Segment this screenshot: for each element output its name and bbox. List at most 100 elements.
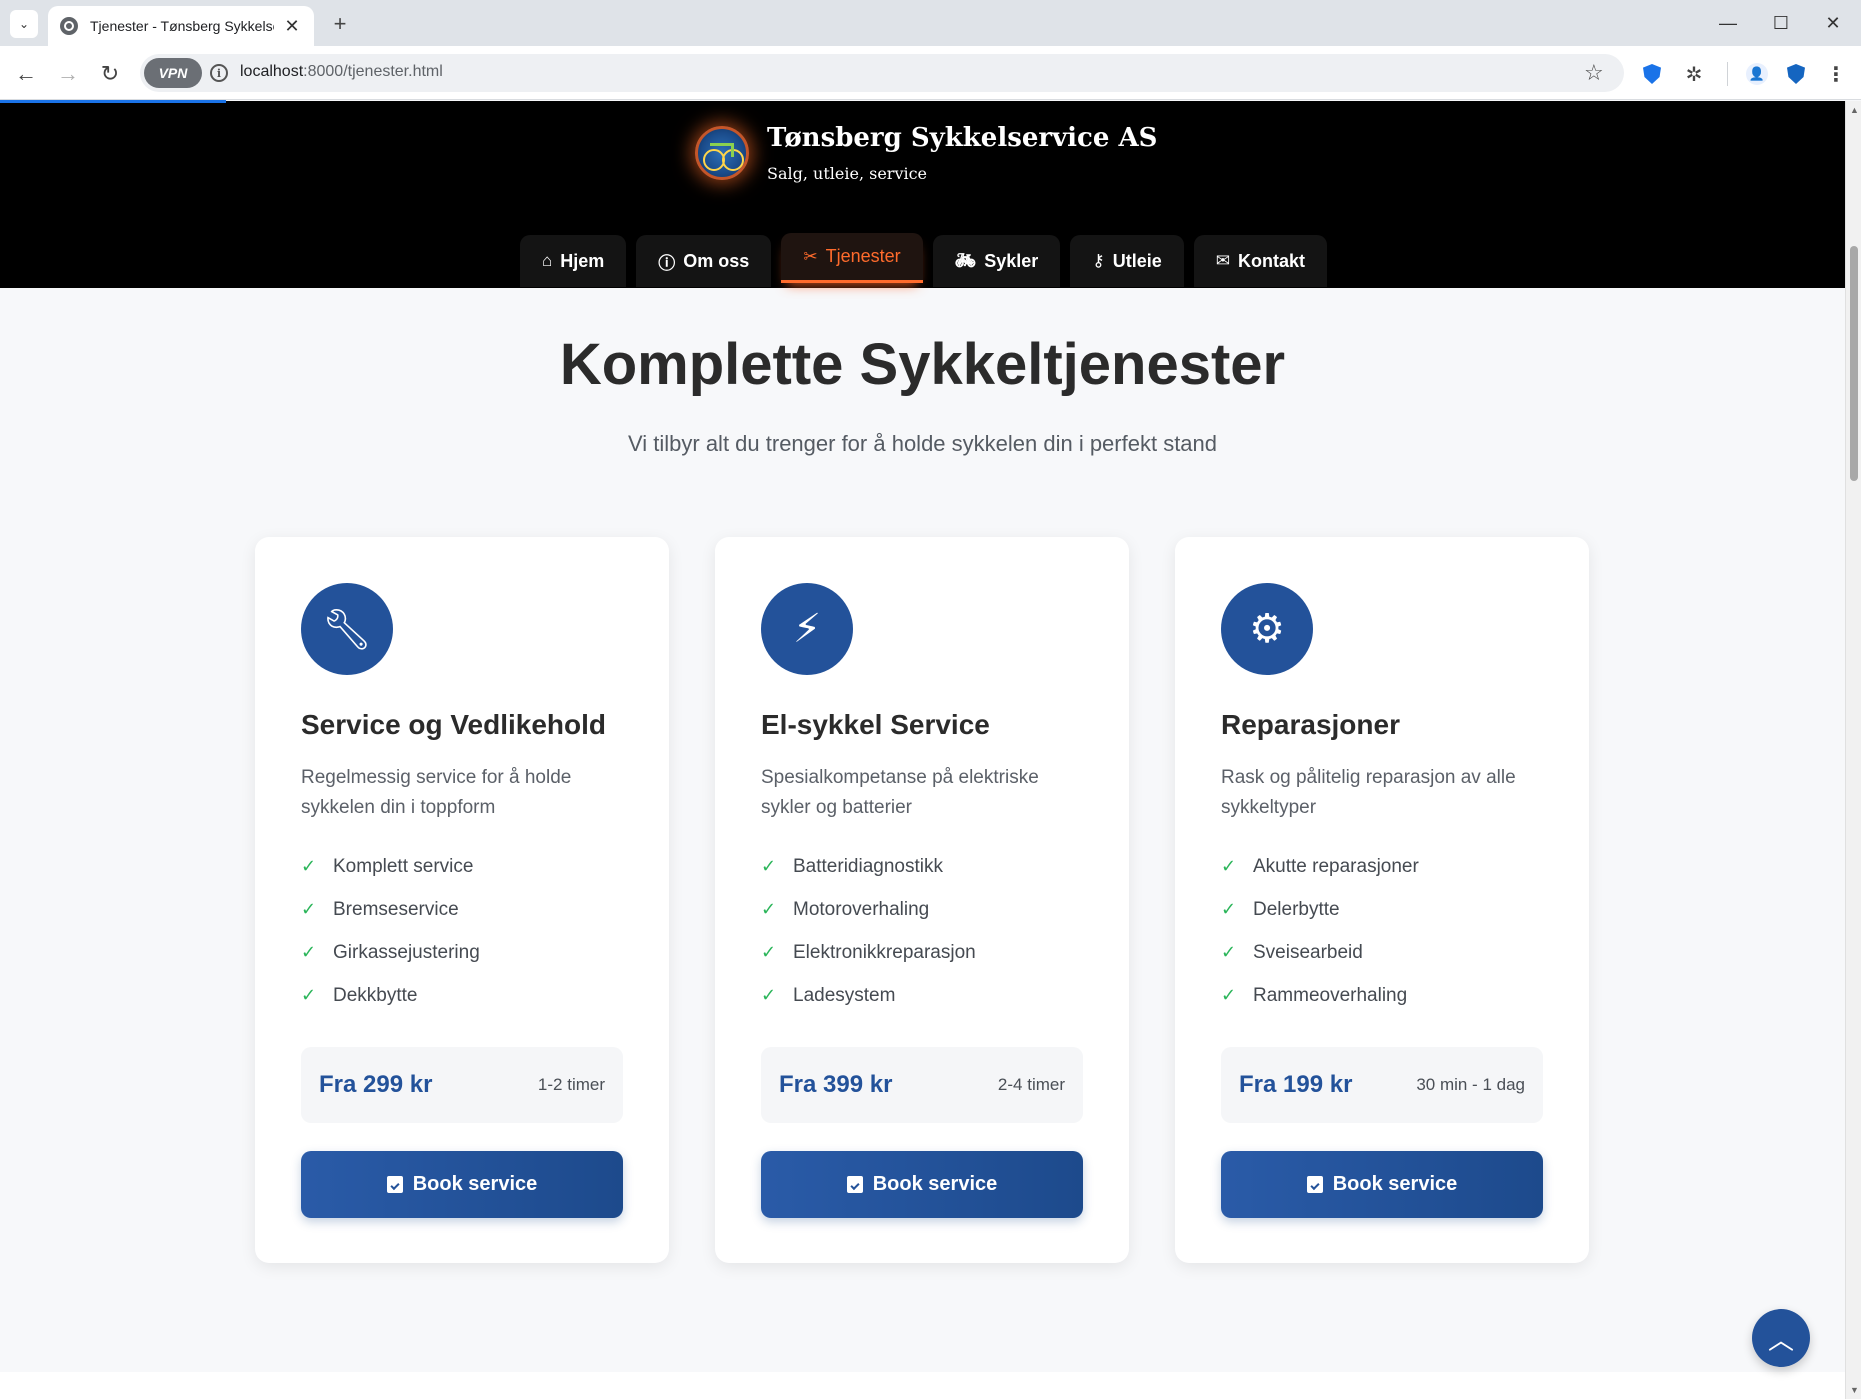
service-card: ⚙︎ Reparasjoner Rask og pålitelig repara… <box>1175 537 1589 1263</box>
duration: 2-4 timer <box>997 1075 1065 1094</box>
feature-list: ✓ Komplett service ✓ Bremseservice ✓ Girkas… <box>301 845 623 1017</box>
browser-tab[interactable]: Tjenester - Tønsberg Sykkelservice AS ✕ <box>48 6 314 46</box>
price: Fra 199 kr <box>1239 1071 1353 1098</box>
scroll-up-arrow-icon[interactable]: ▲ <box>1850 105 1859 115</box>
close-window-button[interactable]: ✕ <box>1813 8 1853 38</box>
next-section <box>0 1372 1845 1399</box>
service-title: Service og Vedlikehold <box>301 709 607 740</box>
service-description: Rask og pålitelig reparasjon av alle syk… <box>1221 767 1516 818</box>
feature-item: ✓ Motoroverhaling <box>761 898 930 920</box>
home-icon: ⌂ <box>542 251 553 270</box>
feature-item: ✓ Elektronikkreparasjon <box>761 941 976 963</box>
brand[interactable]: Tønsberg Sykkelservice AS Salg, utleie, … <box>695 123 1157 183</box>
nav-item-label: Sykler <box>984 250 1039 271</box>
nav-item-label: Utleie <box>1112 250 1162 271</box>
calendar-check-icon <box>846 1176 863 1193</box>
wrench-icon: 🔧︎ <box>301 583 393 675</box>
feature-item: ✓ Sveisearbeid <box>1221 941 1363 963</box>
nav-item-om-oss[interactable]: ⓘ Om oss <box>636 235 772 287</box>
check-icon: ✓ <box>1221 985 1237 1005</box>
nav-item-sykler[interactable]: 🚲︎ Sykler <box>932 235 1061 287</box>
feature-item: ✓ Delerbytte <box>1221 898 1340 920</box>
bicycle-icon: 🚲︎ <box>954 251 977 270</box>
nav-item-label: Om oss <box>683 250 750 271</box>
globe-icon <box>60 17 78 35</box>
check-icon: ✓ <box>761 856 777 876</box>
browser-tab-bar: ⌄ Tjenester - Tønsberg Sykkelservice AS … <box>0 0 1861 46</box>
feature-list: ✓ Akutte reparasjoner ✓ Delerbytte ✓ Sveise… <box>1221 845 1543 1017</box>
close-tab-icon[interactable]: ✕ <box>282 16 302 36</box>
service-card: 🔧︎ Service og Vedlikehold Regelmessig se… <box>255 537 669 1263</box>
extension-shield-icon[interactable] <box>1636 58 1668 90</box>
feature-item: ✓ Rammeoverhaling <box>1221 984 1408 1006</box>
check-icon: ✓ <box>761 985 777 1005</box>
nav-item-tjenester[interactable]: ✂ Tjenester <box>781 233 923 283</box>
book-service-button[interactable]: Book service <box>301 1151 623 1218</box>
service-cards: 🔧︎ Service og Vedlikehold Regelmessig se… <box>255 537 1589 1263</box>
service-card: ⚡︎ El-sykkel Service Spesialkompetanse p… <box>715 537 1129 1263</box>
minimize-button[interactable]: — <box>1708 8 1748 38</box>
maximize-button[interactable]: ☐ <box>1761 8 1801 38</box>
url-text[interactable]: localhost:8000/tjenester.html <box>240 63 443 81</box>
tab-search-button[interactable]: ⌄ <box>10 10 38 38</box>
button-label: Book service <box>1332 1173 1458 1195</box>
price-box: Fra 199 kr 30 min - 1 dag <box>1221 1047 1543 1123</box>
button-label: Book service <box>412 1173 538 1195</box>
check-icon: ✓ <box>1221 899 1237 919</box>
nav-item-utleie[interactable]: ⚷ Utleie <box>1070 235 1184 287</box>
forward-button[interactable]: → <box>52 58 84 90</box>
calendar-check-icon <box>1306 1176 1323 1193</box>
feature-item: ✓ Komplett service <box>301 855 474 877</box>
back-button[interactable]: ← <box>10 58 42 90</box>
security-shield-icon[interactable] <box>1780 58 1812 90</box>
bolt-icon: ⚡︎ <box>761 583 853 675</box>
button-label: Book service <box>872 1173 998 1195</box>
nav-item-label: Tjenester <box>825 246 901 266</box>
service-title: El-sykkel Service <box>761 709 990 740</box>
main-nav: ⌂ Hjem ⓘ Om oss ✂ Tjenester 🚲︎ Sykler ⚷ … <box>520 233 1327 287</box>
new-tab-button[interactable]: + <box>326 10 354 38</box>
reload-button[interactable]: ↻ <box>94 58 126 90</box>
envelope-icon: ✉ <box>1215 251 1230 270</box>
bookmark-star-icon[interactable]: ☆ <box>1584 60 1604 86</box>
feature-item: ✓ Ladesystem <box>761 984 896 1006</box>
page-loading-bar <box>0 100 226 103</box>
extensions-puzzle-icon[interactable]: ✲ <box>1678 58 1710 90</box>
price: Fra 399 kr <box>779 1071 893 1098</box>
duration: 1-2 timer <box>537 1075 605 1094</box>
bicycle-logo-icon <box>695 126 749 181</box>
calendar-check-icon <box>386 1176 403 1193</box>
scroll-down-arrow-icon[interactable]: ▼ <box>1850 1385 1859 1395</box>
nav-item-kontakt[interactable]: ✉ Kontakt <box>1193 235 1327 287</box>
check-icon: ✓ <box>761 942 777 962</box>
profile-avatar-icon[interactable]: 👤 <box>1741 58 1773 90</box>
scroll-to-top-button[interactable]: ︿ <box>1752 1309 1810 1367</box>
check-icon: ✓ <box>301 856 317 876</box>
brand-name: Tønsberg Sykkelservice AS <box>767 123 1158 153</box>
tab-title: Tjenester - Tønsberg Sykkelservice AS <box>90 18 274 34</box>
check-icon: ✓ <box>1221 856 1237 876</box>
duration: 30 min - 1 dag <box>1416 1075 1525 1094</box>
scrollbar-thumb[interactable] <box>1850 246 1858 481</box>
price-box: Fra 299 kr 1-2 timer <box>301 1047 623 1123</box>
browser-menu-icon[interactable]: ⋮ <box>1820 58 1852 90</box>
feature-item: ✓ Dekkbytte <box>301 984 418 1006</box>
vpn-badge[interactable]: VPN <box>144 58 202 88</box>
address-bar[interactable]: VPN i localhost:8000/tjenester.html ☆ <box>140 54 1624 92</box>
check-icon: ✓ <box>301 942 317 962</box>
nav-item-hjem[interactable]: ⌂ Hjem <box>520 235 627 287</box>
page-scrollbar[interactable]: ▲ ▼ <box>1845 101 1861 1399</box>
book-service-button[interactable]: Book service <box>1221 1151 1543 1218</box>
chevron-up-icon: ︿ <box>1767 1324 1794 1355</box>
tools-icon: ✂ <box>803 246 818 266</box>
key-icon: ⚷ <box>1092 251 1105 270</box>
site-info-icon[interactable]: i <box>210 64 228 82</box>
check-icon: ✓ <box>301 985 317 1005</box>
service-title: Reparasjoner <box>1221 709 1400 740</box>
service-description: Spesialkompetanse på elektriske sykler o… <box>761 767 1039 818</box>
feature-item: ✓ Batteridiagnostikk <box>761 855 943 877</box>
check-icon: ✓ <box>761 899 777 919</box>
book-service-button[interactable]: Book service <box>761 1151 1083 1218</box>
gear-icon: ⚙︎ <box>1221 583 1313 675</box>
site-header: Tønsberg Sykkelservice AS Salg, utleie, … <box>0 101 1845 288</box>
